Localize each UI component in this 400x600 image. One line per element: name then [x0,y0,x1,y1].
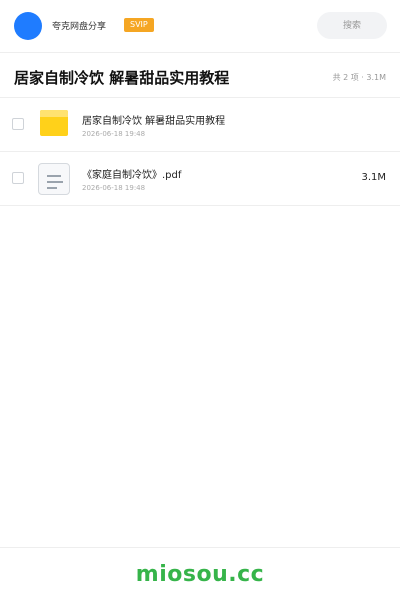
list-item[interactable]: 居家自制冷饮 解暑甜品实用教程 2026-06-18 19:48 [0,98,400,152]
file-name: 居家自制冷饮 解暑甜品实用教程 [82,116,226,127]
item-checkbox[interactable] [12,172,24,184]
document-icon-line [47,187,57,189]
list-item[interactable]: 《家庭自制冷饮》.pdf 2026-06-18 19:48 3.1M [0,152,400,206]
site-watermark: miosou.cc [135,562,265,587]
footer: miosou.cc [0,547,400,600]
avatar[interactable] [14,12,42,40]
top-bar: 夸克网盘分享 SVIP [0,0,400,53]
svip-badge: SVIP [124,18,154,32]
file-name: 《家庭自制冷饮》.pdf [82,170,182,181]
item-checkbox[interactable] [12,118,24,130]
page-title: 居家自制冷饮 解暑甜品实用教程 [14,69,230,87]
document-icon [38,163,70,195]
folder-icon [40,110,68,136]
file-size: 3.1M [361,172,386,183]
document-icon-line [47,175,61,177]
share-summary: 共 2 项 · 3.1M [332,73,386,82]
app-name: 夸克网盘分享 [52,22,107,32]
folder-icon-tab [40,110,68,117]
document-icon-line [47,181,63,183]
share-title-row: 居家自制冷饮 解暑甜品实用教程 共 2 项 · 3.1M [0,53,400,98]
search-input[interactable] [317,12,387,39]
file-date: 2026-06-18 19:48 [82,184,146,192]
file-date: 2026-06-18 19:48 [82,130,146,138]
